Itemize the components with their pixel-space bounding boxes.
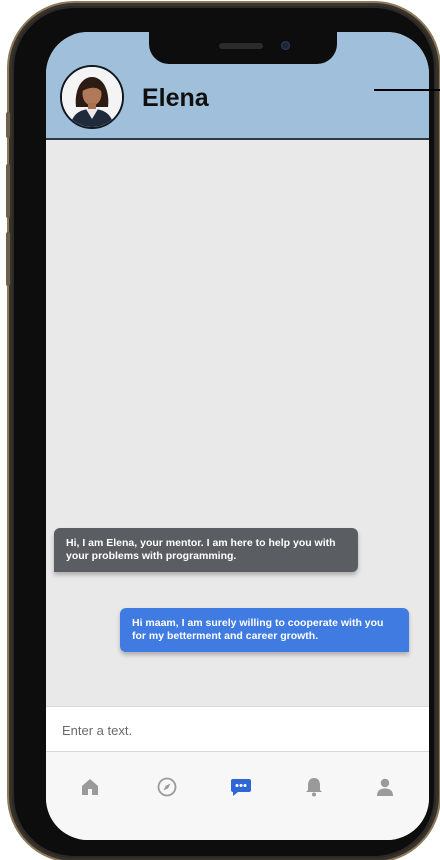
annotation-pointer-line (374, 89, 440, 91)
nav-notifications[interactable] (294, 772, 334, 802)
nav-chat[interactable] (221, 772, 261, 802)
contact-name[interactable]: Elena (142, 84, 209, 113)
message-list[interactable]: Hi, I am Elena, your mentor. I am here t… (46, 140, 429, 706)
nav-home[interactable] (70, 772, 110, 802)
message-composer (46, 706, 429, 752)
home-icon (82, 779, 98, 795)
front-camera (281, 41, 290, 50)
nav-explore[interactable] (147, 772, 187, 802)
compass-icon (157, 777, 177, 797)
message-input[interactable] (60, 717, 404, 743)
chat-icon (231, 779, 251, 796)
bell-icon (306, 778, 322, 797)
mentor-avatar-icon (62, 67, 122, 127)
incoming-message-bubble[interactable]: Hi, I am Elena, your mentor. I am here t… (54, 528, 358, 572)
profile-icon (377, 778, 393, 796)
nav-profile[interactable] (365, 772, 405, 802)
volume-up-button (6, 164, 10, 218)
avatar[interactable] (60, 65, 124, 129)
speaker-grill (219, 43, 263, 49)
silent-switch (6, 112, 10, 138)
notch (149, 32, 337, 64)
bottom-nav (46, 752, 429, 840)
phone-frame: Elena Hi, I am Elena, your mentor. I am … (6, 6, 436, 858)
phone-screen: Elena Hi, I am Elena, your mentor. I am … (46, 32, 429, 840)
volume-down-button (6, 232, 10, 286)
outgoing-message-bubble[interactable]: Hi maam, I am surely willing to cooperat… (120, 608, 409, 652)
